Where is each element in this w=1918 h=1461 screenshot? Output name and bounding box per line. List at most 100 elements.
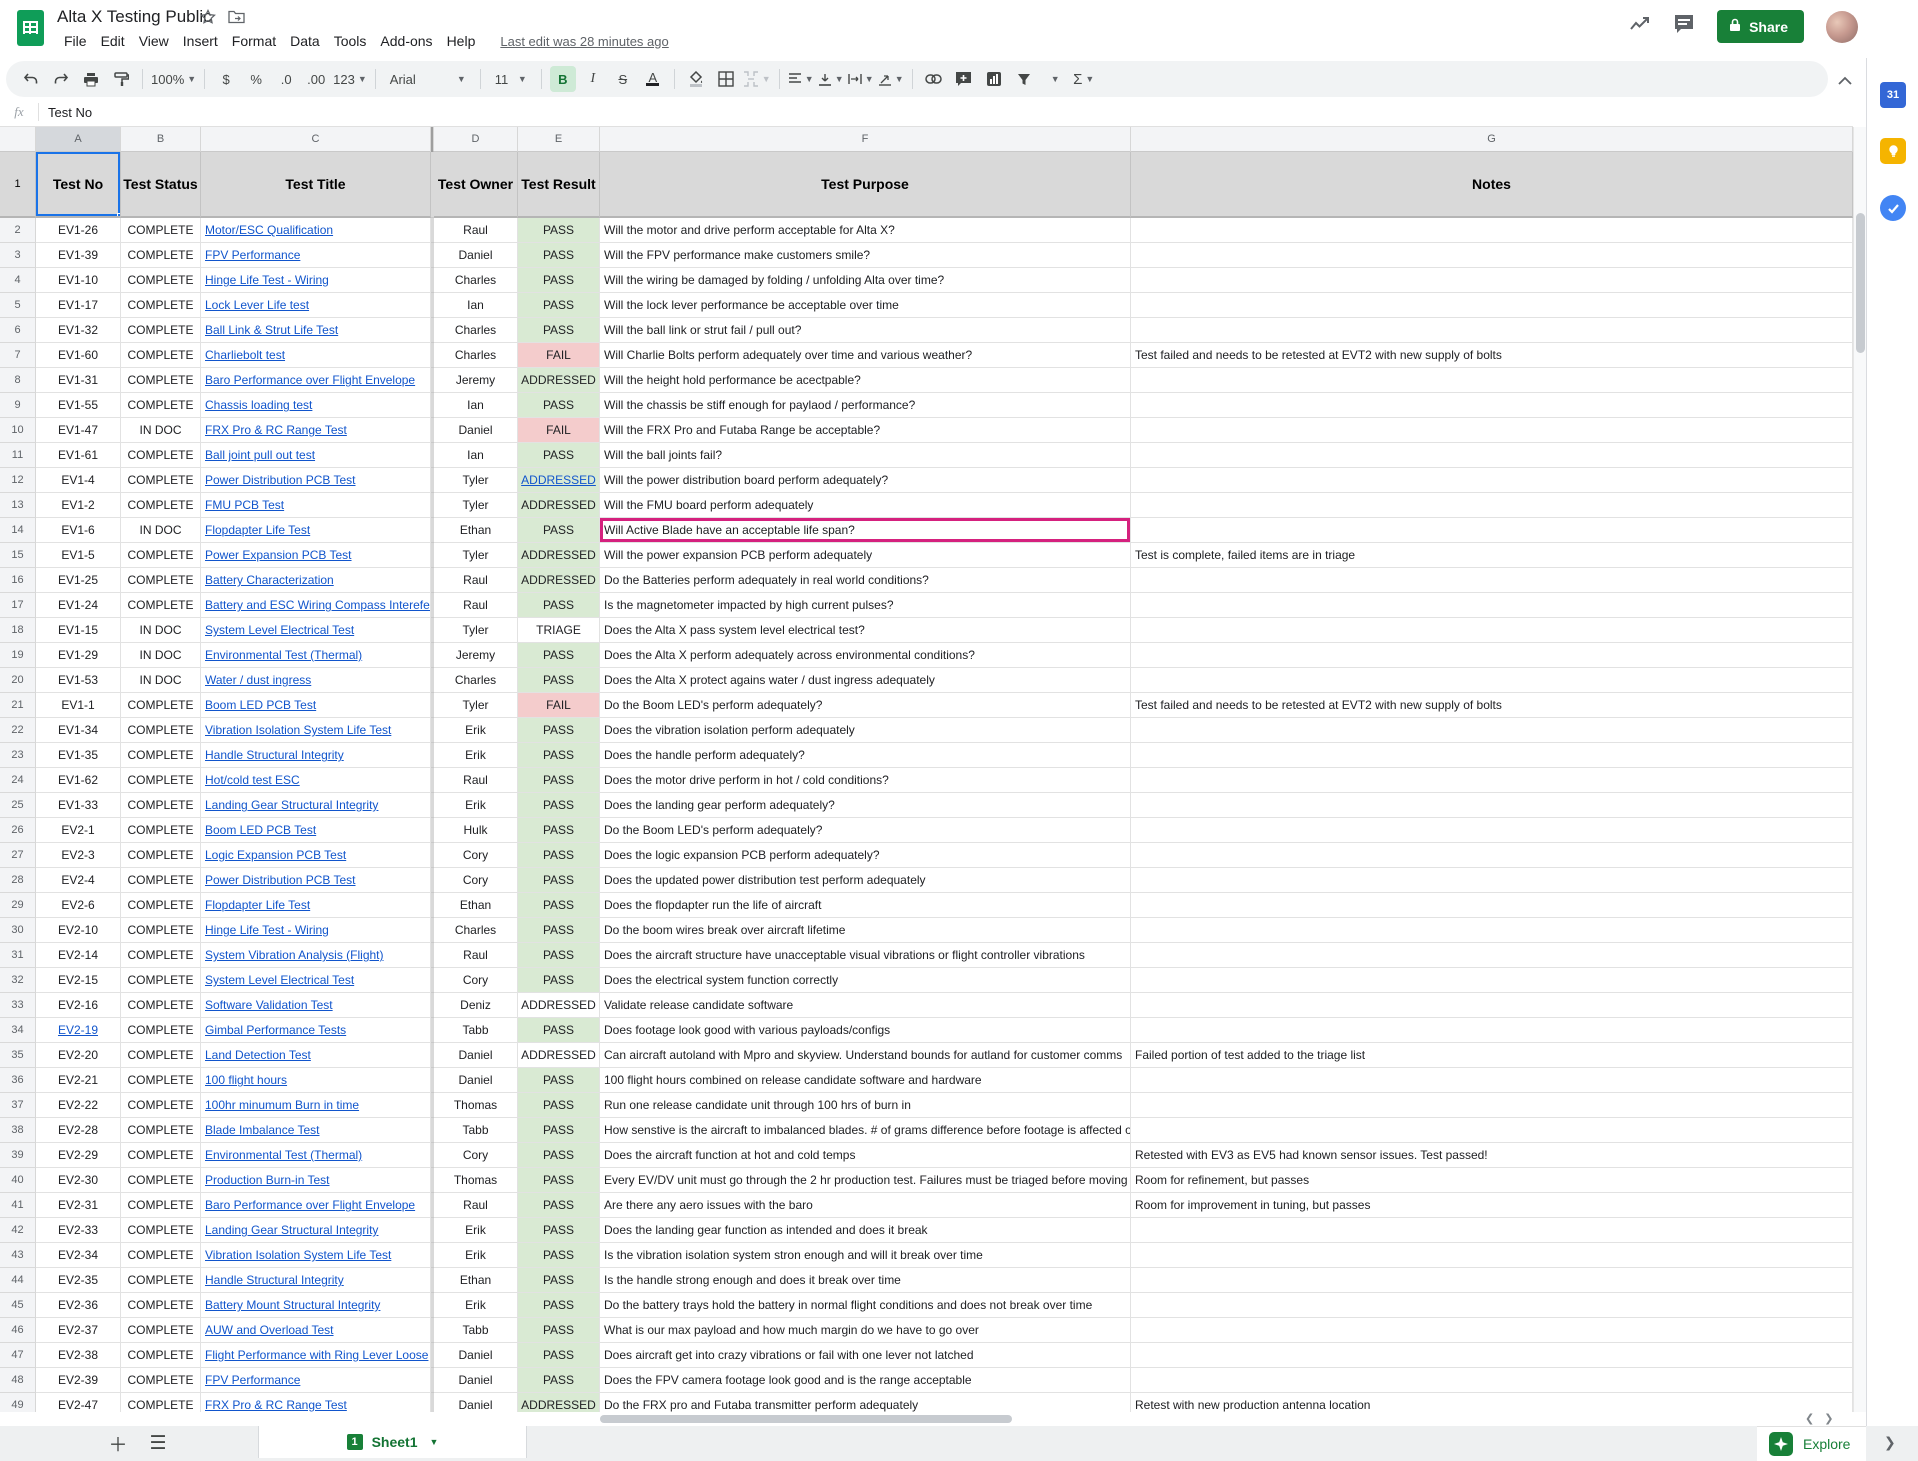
cell-test-result[interactable]: PASS [518,1093,600,1118]
cell-notes[interactable] [1131,718,1853,743]
cell-test-title[interactable]: Environmental Test (Thermal) [201,643,431,668]
cell-notes[interactable]: Retested with EV3 as EV5 had known senso… [1131,1143,1853,1168]
cell-test-no[interactable]: EV2-37 [36,1318,121,1343]
cell-test-result[interactable]: PASS [518,968,600,993]
cell-notes[interactable] [1131,443,1853,468]
cell-test-owner[interactable]: Cory [434,868,518,893]
cell-notes[interactable] [1131,618,1853,643]
cell-test-no[interactable]: EV1-60 [36,343,121,368]
cell-test-status[interactable]: COMPLETE [121,768,201,793]
cell-test-result[interactable]: PASS [518,593,600,618]
cell-test-owner[interactable]: Cory [434,1143,518,1168]
insert-comment-icon[interactable] [951,66,977,92]
cell-test-status[interactable]: COMPLETE [121,543,201,568]
cell-test-no[interactable]: EV1-25 [36,568,121,593]
cell-test-owner[interactable]: Raul [434,768,518,793]
cell-test-status[interactable]: COMPLETE [121,1368,201,1393]
cell-test-no[interactable]: EV1-2 [36,493,121,518]
cell-test-title[interactable]: Baro Performance over Flight Envelope [201,368,431,393]
cell-test-result[interactable]: PASS [518,1318,600,1343]
cell-test-purpose[interactable]: Do the FRX pro and Futaba transmitter pe… [600,1393,1131,1412]
cell-test-result[interactable]: PASS [518,1193,600,1218]
cell-notes[interactable] [1131,1018,1853,1043]
cell-test-status[interactable]: COMPLETE [121,318,201,343]
row-number[interactable]: 17 [0,593,36,618]
cell-test-result[interactable]: PASS [518,1368,600,1393]
cell-test-result[interactable]: PASS [518,1243,600,1268]
cell-test-status[interactable]: COMPLETE [121,1268,201,1293]
test-title-link[interactable]: Ball Link & Strut Life Test [205,323,338,337]
cell-notes[interactable] [1131,468,1853,493]
cell-test-result[interactable]: FAIL [518,343,600,368]
cell-notes[interactable] [1131,843,1853,868]
cell-test-result[interactable]: PASS [518,1343,600,1368]
test-title-link[interactable]: Flopdapter Life Test [205,523,310,537]
test-title-link[interactable]: Land Detection Test [205,1048,311,1062]
cell-test-purpose[interactable]: Does the Alta X pass system level electr… [600,618,1131,643]
cell-test-owner[interactable]: Charles [434,318,518,343]
cell-test-result[interactable]: PASS [518,318,600,343]
cell-test-no[interactable]: EV1-61 [36,443,121,468]
test-title-link[interactable]: Hot/cold test ESC [205,773,300,787]
row-number[interactable]: 42 [0,1218,36,1243]
test-title-link[interactable]: 100hr minumum Burn in time [205,1098,359,1112]
cell-test-title[interactable]: Water / dust ingress [201,668,431,693]
formula-input[interactable]: Test No [39,105,92,120]
test-title-link[interactable]: FPV Performance [205,1373,300,1387]
test-title-link[interactable]: FRX Pro & RC Range Test [205,1398,347,1412]
test-title-link[interactable]: Hinge Life Test - Wiring [205,273,329,287]
cell-test-no[interactable]: EV2-15 [36,968,121,993]
cell-test-owner[interactable]: Ian [434,443,518,468]
test-title-link[interactable]: FPV Performance [205,248,300,262]
cell-test-owner[interactable]: Erik [434,793,518,818]
cell-test-result[interactable]: PASS [518,943,600,968]
cell-test-result[interactable]: PASS [518,793,600,818]
cell-notes[interactable] [1131,818,1853,843]
tasks-icon[interactable] [1880,195,1906,221]
row-number[interactable]: 22 [0,718,36,743]
test-title-link[interactable]: Chassis loading test [205,398,312,412]
cell-notes[interactable]: Test is complete, failed items are in tr… [1131,543,1853,568]
cell-test-owner[interactable]: Daniel [434,1343,518,1368]
cell-test-status[interactable]: COMPLETE [121,793,201,818]
undo-icon[interactable] [18,66,44,92]
cell-test-title[interactable]: Chassis loading test [201,393,431,418]
row-number[interactable]: 23 [0,743,36,768]
cell-test-purpose[interactable]: Run one release candidate unit through 1… [600,1093,1131,1118]
cell-test-no[interactable]: EV2-14 [36,943,121,968]
cell-test-purpose[interactable]: Does the aircraft structure have unaccep… [600,943,1131,968]
cell-test-result[interactable]: PASS [518,1068,600,1093]
cell-test-purpose[interactable]: Will the FPV performance make customers … [600,243,1131,268]
cell-notes[interactable] [1131,1318,1853,1343]
cell-notes[interactable] [1131,568,1853,593]
cell-test-owner[interactable]: Thomas [434,1093,518,1118]
insert-chart-icon[interactable] [981,66,1007,92]
row-number[interactable]: 39 [0,1143,36,1168]
cell-test-status[interactable]: COMPLETE [121,693,201,718]
cell-test-owner[interactable]: Daniel [434,1068,518,1093]
cell-test-result[interactable]: PASS [518,718,600,743]
cell-test-purpose[interactable]: Will the power expansion PCB perform ade… [600,543,1131,568]
fill-color-icon[interactable] [683,66,709,92]
cell-test-no[interactable]: EV1-4 [36,468,121,493]
cell-test-result[interactable]: ADDRESSED [518,568,600,593]
row-number[interactable]: 10 [0,418,36,443]
cell-test-result[interactable]: ADDRESSED [518,468,600,493]
cell-test-result[interactable]: PASS [518,893,600,918]
cell-test-result[interactable]: PASS [518,643,600,668]
cell-test-result[interactable]: PASS [518,668,600,693]
cell-test-result[interactable]: PASS [518,818,600,843]
cell-test-owner[interactable]: Tabb [434,1018,518,1043]
panel-collapse-icon[interactable]: ❯ [1884,1434,1896,1451]
cell-notes[interactable] [1131,318,1853,343]
cell-test-owner[interactable]: Ethan [434,1268,518,1293]
cell-notes[interactable] [1131,968,1853,993]
cell-test-no[interactable]: EV1-35 [36,743,121,768]
menu-item-file[interactable]: File [57,31,94,51]
row-number[interactable]: 15 [0,543,36,568]
test-title-link[interactable]: Environmental Test (Thermal) [205,1148,362,1162]
cell-test-purpose[interactable]: Will the power distribution board perfor… [600,468,1131,493]
cell-test-result[interactable]: PASS [518,1268,600,1293]
test-title-link[interactable]: Ball joint pull out test [205,448,315,462]
test-title-link[interactable]: FRX Pro & RC Range Test [205,423,347,437]
